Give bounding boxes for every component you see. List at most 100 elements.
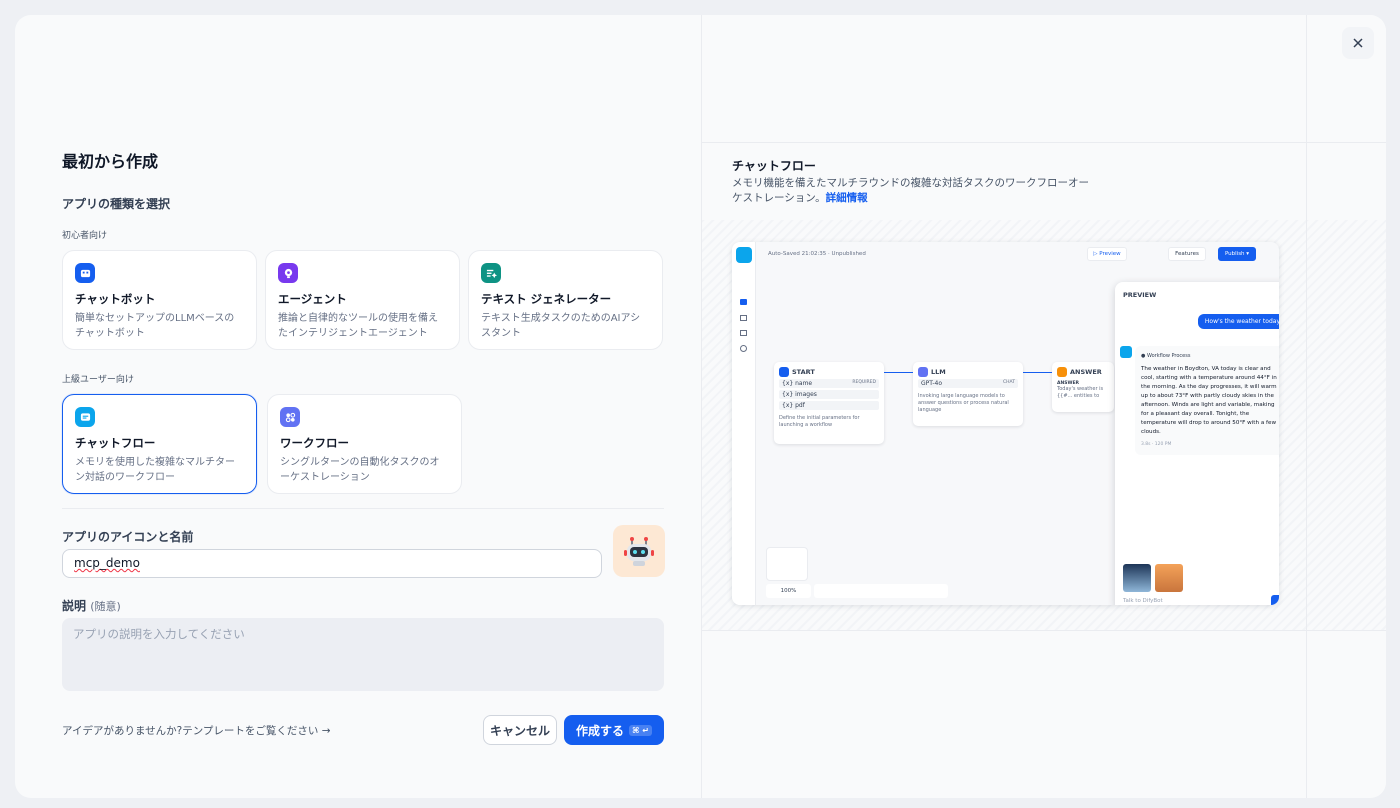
model-tag: CHAT (1002, 380, 1015, 385)
send-icon (1271, 595, 1279, 605)
start-node: START {x} name REQUIRED {x} images {x} pd… (774, 362, 884, 444)
app-name-input[interactable]: mcp_demo (62, 549, 602, 578)
shortcut-hint: ⌘ ↵ (629, 724, 652, 736)
answer-icon (1057, 367, 1067, 377)
minimap (766, 547, 808, 581)
description-label: 説明 (随意) (62, 597, 121, 614)
description-textarea[interactable]: アプリの説明を入力してください (62, 618, 664, 691)
answer-meta: 3.8s · 120 PM (1141, 442, 1172, 447)
card-desc: 推論と自律的なツールの使用を備えたインテリジェントエージェント (278, 313, 438, 339)
features-button: Features (1168, 247, 1206, 261)
model-row: GPT-4o CHAT (918, 379, 1018, 388)
image-thumbnail (1155, 564, 1183, 592)
app-icon (736, 247, 752, 263)
nav-icon (740, 330, 747, 336)
preview-button: ▷ Preview (1087, 247, 1127, 261)
card-chatflow[interactable]: チャットフロー メモリを使用した複雑なマルチターン対話のワークフロー (62, 394, 257, 494)
card-desc: テキスト生成タスクのためのAIアシスタント (481, 313, 641, 339)
workflow-process: ● Workflow Process (1141, 353, 1191, 359)
beginner-label: 初心者向け (62, 231, 108, 241)
var-row: {x} images (779, 390, 879, 399)
model-name: GPT-4o (921, 380, 943, 387)
create-label: 作成する (576, 723, 625, 738)
app-name-value: mcp_demo (74, 556, 140, 570)
publish-button: Publish ▾ (1218, 247, 1256, 261)
card-title: チャットボット (75, 292, 156, 306)
card-desc: メモリを使用した複雑なマルチターン対話のワークフロー (75, 457, 235, 483)
var-row: {x} name REQUIRED (779, 379, 879, 388)
preview-header: PREVIEW (1123, 291, 1157, 299)
description-placeholder: アプリの説明を入力してください (73, 627, 245, 641)
card-text-generator[interactable]: テキスト ジェネレーター テキスト生成タスクのためのAIアシスタント (468, 250, 663, 350)
chatflow-screenshot: Auto-Saved 21:02:35 · Unpublished ▷ Prev… (732, 242, 1279, 605)
agent-icon (278, 263, 298, 283)
card-workflow[interactable]: ワークフロー シングルターンの自動化タスクのオーケストレーション (267, 394, 462, 494)
user-message: How's the weather today (1197, 314, 1279, 329)
node-title: ANSWER (1070, 368, 1102, 376)
image-thumbnail (1123, 564, 1151, 592)
bot-answer: ● Workflow Process The weather in Boydto… (1135, 346, 1279, 455)
divider (702, 630, 1386, 631)
card-desc: シングルターンの自動化タスクのオーケストレーション (280, 457, 440, 483)
create-form-pane: 最初から作成 アプリの種類を選択 初心者向け チャットボット 簡単なセットアップ… (15, 15, 701, 798)
chat-input: Talk to DifyBot (1123, 598, 1163, 604)
divider (62, 508, 664, 509)
var-name: {x} name (782, 380, 813, 387)
optional-tag: (随意) (90, 600, 121, 613)
close-icon (1353, 38, 1363, 48)
app-avatar[interactable] (613, 525, 665, 577)
divider (702, 142, 1386, 143)
robot-icon (624, 537, 654, 566)
create-app-modal: 最初から作成 アプリの種類を選択 初心者向け チャットボット 簡単なセットアップ… (15, 15, 1386, 798)
node-note: Define the initial parameters for launch… (779, 415, 860, 428)
advanced-label: 上級ユーザー向け (62, 375, 134, 385)
llm-icon (918, 367, 928, 377)
card-chatbot[interactable]: チャットボット 簡単なセットアップのLLMベースのチャットボット (62, 250, 257, 350)
answer-node: ANSWER ANSWER Today's weather is {{#... … (1052, 362, 1114, 412)
chatbot-icon (75, 263, 95, 283)
edge (1023, 372, 1052, 373)
card-agent[interactable]: エージェント 推論と自律的なツールの使用を備えたインテリジェントエージェント (265, 250, 460, 350)
bot-avatar-icon (1120, 346, 1132, 358)
description-label-text: 説明 (62, 599, 87, 613)
card-title: エージェント (278, 292, 347, 306)
preview-title: チャットフロー (732, 159, 816, 173)
page-title: 最初から作成 (62, 152, 159, 171)
node-note: Today's weather is {{#... entities to ex… (1057, 386, 1104, 399)
card-title: チャットフロー (75, 436, 156, 450)
answer-text: The weather in Boydton, VA today is clea… (1141, 366, 1277, 435)
text-generator-icon (481, 263, 501, 283)
process-label: Workflow Process (1146, 353, 1191, 359)
learn-more-link[interactable]: 詳細情報 (826, 192, 868, 204)
chat-preview-panel: PREVIEW How's the weather today ● Workfl… (1115, 282, 1279, 605)
autosave-status: Auto-Saved 21:02:35 · Unpublished (768, 251, 866, 257)
llm-node: LLM GPT-4o CHAT Invoking large language m… (913, 362, 1023, 426)
preview-desc-text: メモリ機能を備えたマルチラウンドの複雑な対話タスクのワークフローオーケストレーシ… (732, 177, 1089, 204)
workflow-icon (280, 407, 300, 427)
zoom-control: 100% (766, 584, 811, 598)
card-title: テキスト ジェネレーター (481, 292, 612, 306)
var-name: {x} pdf (782, 402, 805, 409)
template-link[interactable]: アイデアがありませんか?テンプレートをご覧ください → (62, 723, 331, 738)
icon-name-label: アプリのアイコンと名前 (62, 530, 194, 544)
divider (1306, 15, 1307, 798)
preview-description: メモリ機能を備えたマルチラウンドの複雑な対話タスクのワークフローオーケストレーシ… (732, 176, 1092, 206)
create-button[interactable]: 作成する ⌘ ↵ (564, 715, 664, 745)
chatflow-icon (75, 407, 95, 427)
var-row: {x} pdf (779, 401, 879, 410)
node-title: LLM (931, 368, 946, 376)
preview-pane: チャットフロー メモリ機能を備えたマルチラウンドの複雑な対話タスクのワークフロー… (701, 15, 1386, 798)
nav-icon (740, 299, 747, 305)
nav-icon (740, 315, 747, 321)
node-note: Invoking large language models to answer… (918, 393, 1009, 413)
canvas-toolbar (814, 584, 948, 598)
card-title: ワークフロー (280, 436, 349, 450)
cancel-button[interactable]: キャンセル (483, 715, 557, 745)
app-type-label: アプリの種類を選択 (62, 197, 171, 211)
nav-icon (740, 345, 747, 352)
card-desc: 簡単なセットアップのLLMベースのチャットボット (75, 313, 235, 339)
var-tag: REQUIRED (852, 380, 876, 385)
node-title: START (792, 368, 815, 376)
canvas-sidebar (732, 242, 756, 605)
close-button[interactable] (1342, 27, 1374, 59)
